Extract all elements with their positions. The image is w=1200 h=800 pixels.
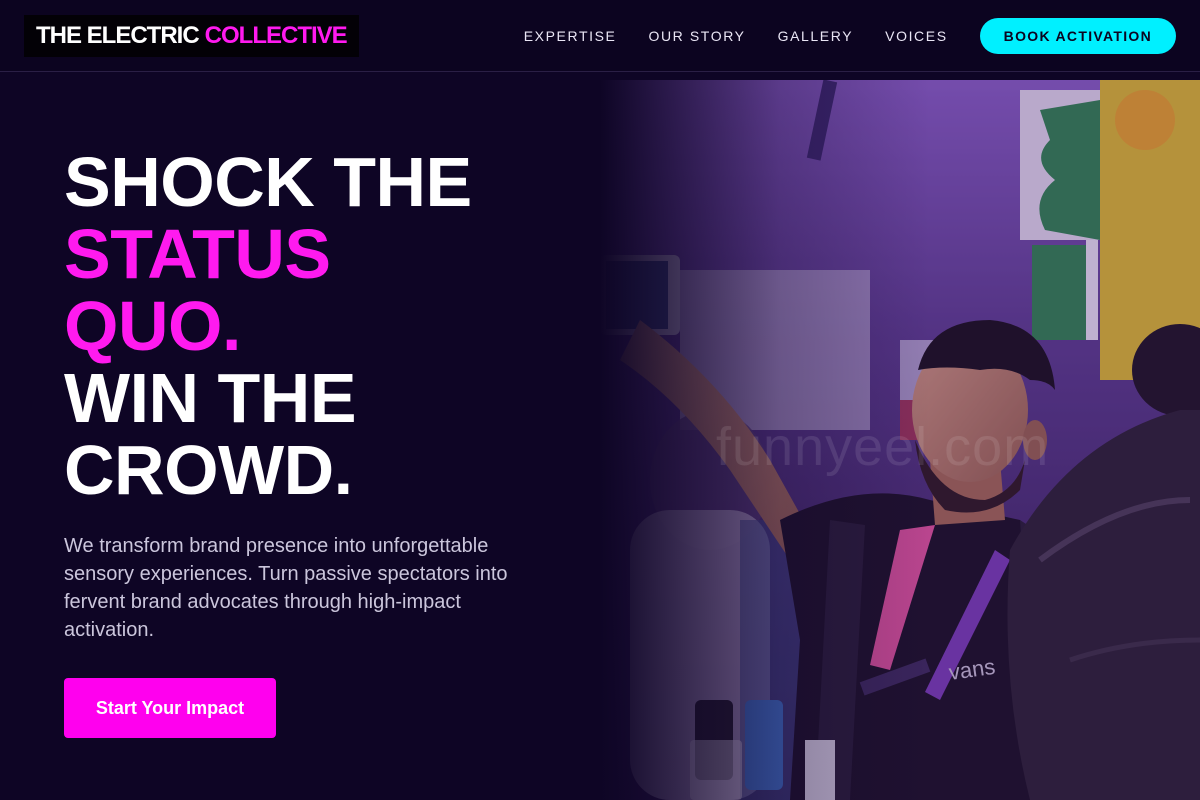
headline-line-4: WIN THE: [64, 359, 357, 437]
brand-name-primary: THE ELECTRIC: [36, 22, 200, 49]
brand-name-accent: COLLECTIVE: [204, 22, 348, 49]
book-activation-button[interactable]: BOOK ACTIVATION: [979, 18, 1176, 54]
hero-headline: SHOCK THE STATUS QUO. WIN THE CROWD.: [64, 146, 564, 506]
headline-line-2: STATUS: [64, 215, 331, 293]
hero-subtext: We transform brand presence into unforge…: [64, 535, 508, 641]
nav-link-voices[interactable]: VOICES: [885, 28, 948, 44]
headline-line-1: SHOCK THE: [64, 143, 472, 221]
brand-logo[interactable]: THE ELECTRIC COLLECTIVE: [24, 15, 359, 57]
headline-line-3: QUO.: [64, 287, 241, 365]
nav-link-our-story[interactable]: OUR STORY: [648, 28, 745, 44]
site-header: THE ELECTRIC COLLECTIVE EXPERTISE OUR ST…: [0, 0, 1200, 72]
nav-link-gallery[interactable]: GALLERY: [778, 28, 854, 44]
nav-link-expertise[interactable]: EXPERTISE: [524, 28, 617, 44]
hero-image: vans funnyeel.com: [600, 80, 1200, 800]
headline-line-5: CROWD.: [64, 431, 353, 509]
watermark-text: funnyeel.com: [716, 417, 1050, 477]
hero-section: SHOCK THE STATUS QUO. WIN THE CROWD. We …: [64, 146, 564, 738]
start-your-impact-button[interactable]: Start Your Impact: [64, 678, 276, 738]
main-nav: EXPERTISE OUR STORY GALLERY VOICES BOOK …: [524, 0, 1176, 72]
